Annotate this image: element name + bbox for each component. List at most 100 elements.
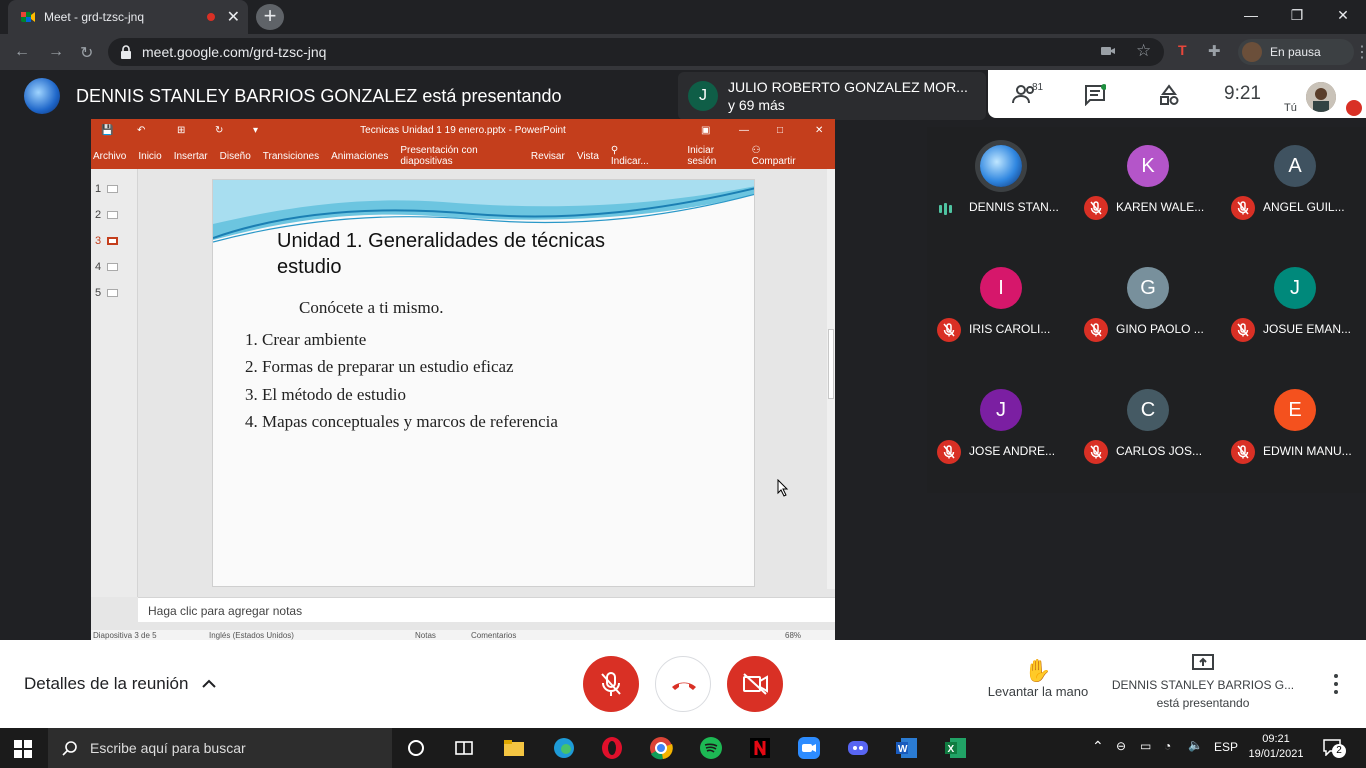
address-bar[interactable]: meet.google.com/grd-tzsc-jnq ☆ <box>108 38 1164 66</box>
present-screen-icon <box>1192 654 1214 670</box>
ribbon-tab-diseno[interactable]: Diseño <box>220 151 251 162</box>
slide-thumb-4[interactable]: 4 <box>95 261 119 273</box>
extension-icon[interactable]: T <box>1178 42 1187 58</box>
restore-button[interactable]: ❐ <box>1274 0 1320 30</box>
ppt-close-button[interactable]: ✕ <box>815 119 823 143</box>
slide-thumbnails: 1 2 3 4 5 <box>91 169 138 597</box>
camera-blocked-icon[interactable] <box>1100 44 1116 58</box>
redo-icon[interactable]: ↻ <box>215 119 223 143</box>
language-indicator[interactable]: ESP <box>1214 740 1238 754</box>
bookmark-star-icon[interactable]: ☆ <box>1136 41 1151 61</box>
ribbon-tab-insertar[interactable]: Insertar <box>174 151 208 162</box>
ribbon-tell-me[interactable]: ⚲ Indicar... <box>611 145 675 167</box>
edge-icon[interactable] <box>552 736 576 760</box>
ribbon-tab-archivo[interactable]: Archivo <box>93 151 126 162</box>
ribbon-tab-transiciones[interactable]: Transiciones <box>263 151 319 162</box>
browser-menu-icon[interactable]: ⋮ <box>1354 42 1366 62</box>
wifi-icon[interactable]: ◔ <box>1164 739 1171 753</box>
slide-thumb-1[interactable]: 1 <box>95 183 119 195</box>
save-icon[interactable]: 💾 <box>101 119 113 143</box>
leave-call-button[interactable] <box>655 656 711 712</box>
participant-avatar: G <box>1127 267 1169 309</box>
word-icon[interactable]: W <box>895 736 919 760</box>
ppt-maximize-button[interactable]: □ <box>777 119 783 143</box>
ribbon-options-icon[interactable]: ▣ <box>701 119 710 143</box>
lock-icon <box>121 45 131 59</box>
slideshow-icon[interactable]: ⊞ <box>177 119 185 143</box>
ribbon-tab-animaciones[interactable]: Animaciones <box>331 151 388 162</box>
slide-thumb-2[interactable]: 2 <box>95 209 119 221</box>
close-window-button[interactable]: ✕ <box>1320 0 1366 30</box>
participant-tile[interactable]: DENNIS STAN... <box>927 127 1073 249</box>
battery-icon[interactable]: ▭ <box>1140 739 1151 753</box>
browser-tab[interactable]: Meet - grd-tzsc-jnq ✕ <box>8 0 248 34</box>
file-explorer-icon[interactable] <box>502 736 526 760</box>
ribbon-tab-vista[interactable]: Vista <box>577 151 599 162</box>
minimize-button[interactable]: — <box>1228 0 1274 30</box>
participant-tile[interactable]: J JOSE ANDRE... <box>927 371 1073 493</box>
slide-canvas[interactable]: Unidad 1. Generalidades de técnicas estu… <box>212 179 755 587</box>
participant-avatar: A <box>1274 145 1316 187</box>
recording-indicator-icon <box>206 13 215 21</box>
camera-toggle-button[interactable] <box>727 656 783 712</box>
participant-tile[interactable]: A ANGEL GUIL... <box>1221 127 1366 249</box>
slide-scrollbar[interactable] <box>827 169 835 589</box>
ribbon-share[interactable]: ⚇ Compartir <box>752 145 823 167</box>
profile-button[interactable]: En pausa <box>1238 39 1354 65</box>
cortana-icon[interactable] <box>404 736 428 760</box>
meeting-details-button[interactable]: Detalles de la reunión <box>24 674 217 694</box>
slide-thumb-3[interactable]: 3 <box>95 235 119 247</box>
spotify-icon[interactable] <box>699 736 723 760</box>
participant-tile[interactable]: G GINO PAOLO ... <box>1074 249 1220 371</box>
windows-start-icon[interactable] <box>14 740 32 758</box>
presenting-button[interactable]: DENNIS STANLEY BARRIOS G... está present… <box>1108 654 1298 712</box>
slide-thumb-5[interactable]: 5 <box>95 287 119 299</box>
status-zoom[interactable]: 68% <box>785 631 801 640</box>
more-options-icon[interactable] <box>1326 670 1346 698</box>
self-avatar <box>1306 82 1336 112</box>
new-tab-button[interactable]: + <box>256 4 284 30</box>
participant-tile[interactable]: I IRIS CAROLI... <box>927 249 1073 371</box>
taskbar-clock[interactable]: 09:21 19/01/2021 <box>1244 732 1308 762</box>
participant-tile[interactable]: E EDWIN MANU... <box>1221 371 1366 493</box>
ppt-minimize-button[interactable]: — <box>739 119 749 143</box>
opera-icon[interactable] <box>600 736 624 760</box>
quick-access-icon[interactable]: ▾ <box>253 119 258 143</box>
active-speaker-chip[interactable]: J JULIO ROBERTO GONZALEZ MOR... y 69 más <box>678 72 986 120</box>
self-label: Tú <box>1284 102 1297 114</box>
back-icon[interactable]: ← <box>14 43 30 61</box>
ribbon-tab-presentacion[interactable]: Presentación con diapositivas <box>400 145 519 167</box>
taskbar-search-box[interactable]: Escribe aquí para buscar <box>48 728 392 768</box>
zoom-icon[interactable] <box>797 736 821 760</box>
netflix-icon[interactable] <box>748 736 772 760</box>
extensions-puzzle-icon[interactable]: ✚ <box>1208 42 1221 60</box>
activities-icon[interactable] <box>1158 84 1180 106</box>
forward-icon[interactable]: → <box>48 43 64 61</box>
ribbon-tab-inicio[interactable]: Inicio <box>138 151 161 162</box>
reload-icon[interactable]: ↻ <box>80 43 93 63</box>
notes-pane[interactable]: Haga clic para agregar notas <box>138 597 835 622</box>
chrome-icon[interactable] <box>649 736 673 760</box>
status-notes-button[interactable]: Notas <box>415 631 436 640</box>
tray-expand-icon[interactable]: ⌃ <box>1092 738 1104 755</box>
discord-icon[interactable] <box>846 736 870 760</box>
task-view-icon[interactable] <box>452 736 476 760</box>
hang-up-icon <box>672 682 696 690</box>
undo-icon[interactable]: ↶ <box>137 119 145 143</box>
participant-tile[interactable]: C CARLOS JOS... <box>1074 371 1220 493</box>
ribbon-tab-revisar[interactable]: Revisar <box>531 151 565 162</box>
meet-favicon-icon <box>21 12 35 22</box>
status-comments-button[interactable]: Comentarios <box>471 631 516 640</box>
participant-tile[interactable]: K KAREN WALE... <box>1074 127 1220 249</box>
action-center-button[interactable]: 2 <box>1322 738 1346 758</box>
tab-close-icon[interactable]: ✕ <box>227 7 240 27</box>
raise-hand-button[interactable]: ✋ Levantar la mano <box>984 658 1092 699</box>
participant-tile[interactable]: J JOSUE EMAN... <box>1221 249 1366 371</box>
ribbon-sign-in[interactable]: Iniciar sesión <box>687 145 739 167</box>
microphone-toggle-button[interactable] <box>583 656 639 712</box>
volume-icon[interactable]: 🔈 <box>1188 738 1203 752</box>
excel-icon[interactable]: X <box>944 736 968 760</box>
scrollbar-thumb[interactable] <box>828 329 834 399</box>
chat-icon[interactable] <box>1084 84 1106 106</box>
usb-icon[interactable]: ⊖ <box>1116 739 1126 753</box>
